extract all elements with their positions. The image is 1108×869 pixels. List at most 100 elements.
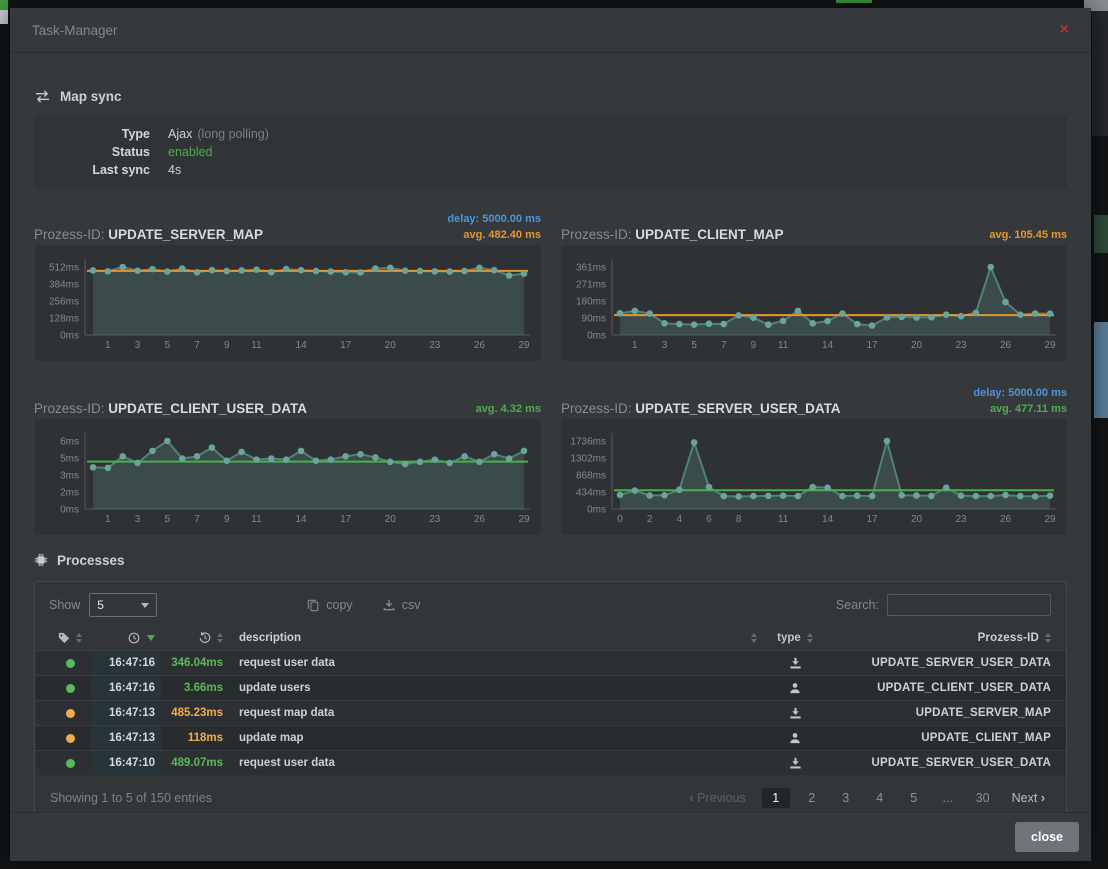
close-button[interactable]: close: [1015, 822, 1079, 852]
svg-text:361ms: 361ms: [576, 263, 606, 274]
info-value: 4s: [168, 163, 181, 177]
svg-text:7: 7: [194, 340, 200, 351]
svg-text:23: 23: [955, 340, 967, 351]
svg-text:1: 1: [105, 514, 111, 525]
column-type-label: type: [777, 632, 801, 644]
background-fragment: [1094, 322, 1108, 418]
chart-avg-label: avg. 482.40 ms: [463, 227, 541, 243]
column-prozess-id-label: Prozess-ID: [978, 632, 1039, 644]
modal-header: Task-Manager ×: [10, 8, 1091, 53]
exchange-icon: [34, 90, 51, 103]
process-time: 16:47:10: [91, 751, 161, 775]
svg-text:128ms: 128ms: [49, 314, 79, 325]
status-dot-icon: [66, 659, 75, 668]
svg-text:2ms: 2ms: [60, 488, 79, 499]
copy-button[interactable]: copy: [307, 598, 352, 612]
process-row: 16:47:13485.23msrequest map dataUPDATE_S…: [35, 700, 1066, 725]
background-fragment: [836, 0, 872, 3]
page-size-select[interactable]: 5: [89, 593, 157, 617]
column-duration[interactable]: [161, 632, 229, 644]
svg-text:14: 14: [822, 340, 834, 351]
svg-text:3: 3: [135, 514, 141, 525]
svg-text:384ms: 384ms: [49, 280, 79, 291]
modal-footer: close: [10, 812, 1091, 861]
chart-delay-label: delay: 5000.00 ms: [447, 211, 541, 227]
svg-text:20: 20: [385, 514, 397, 525]
column-type[interactable]: type: [757, 632, 833, 644]
svg-text:11: 11: [251, 340, 262, 351]
svg-text:3: 3: [662, 340, 668, 351]
chart-svg[interactable]: 0ms90ms180ms271ms361ms135791114172023262…: [568, 251, 1060, 355]
sort-icon: [1045, 633, 1051, 643]
column-prozess-id[interactable]: Prozess-ID: [833, 632, 1051, 644]
status-dot-icon: [66, 709, 75, 718]
pagination-page-3[interactable]: 3: [834, 788, 858, 808]
pagination-page-1[interactable]: 1: [762, 788, 790, 808]
sort-icon: [807, 633, 813, 643]
task-manager-modal: Task-Manager × Map sync TypeAjax(long po…: [10, 8, 1091, 861]
sort-descending-icon: [147, 635, 155, 641]
info-value: Ajax: [168, 127, 192, 141]
info-label: Type: [50, 127, 150, 141]
pagination-page-4[interactable]: 4: [868, 788, 892, 808]
pagination-page-2[interactable]: 2: [800, 788, 824, 808]
pagination-page-30[interactable]: 30: [970, 788, 996, 808]
svg-text:9: 9: [224, 514, 230, 525]
pagination-next[interactable]: Next ›: [1006, 788, 1051, 808]
close-icon[interactable]: ×: [1060, 22, 1069, 38]
column-status[interactable]: [49, 632, 91, 644]
copy-button-label: copy: [326, 598, 352, 612]
process-chart-update-client-map: Prozess-ID: UPDATE_CLIENT_MAPavg. 105.45…: [561, 209, 1067, 361]
chart-annotations: avg. 105.45 ms: [989, 227, 1067, 243]
sort-icon: [217, 633, 223, 643]
svg-text:11: 11: [251, 514, 262, 525]
status-dot-icon: [66, 734, 75, 743]
status-dot-icon: [66, 759, 75, 768]
svg-text:0: 0: [617, 514, 623, 525]
page-backdrop: Task-Manager × Map sync TypeAjax(long po…: [0, 0, 1108, 869]
table-controls: Show 5 copy csv Search:: [35, 592, 1066, 618]
svg-text:3: 3: [135, 340, 141, 351]
svg-text:17: 17: [340, 340, 352, 351]
svg-text:11: 11: [778, 340, 789, 351]
column-time[interactable]: [91, 632, 161, 644]
process-time: 16:47:16: [91, 651, 161, 675]
column-description[interactable]: description: [229, 632, 757, 644]
pagination-previous[interactable]: ‹ Previous: [683, 788, 751, 808]
pagination-page-5[interactable]: 5: [902, 788, 926, 808]
svg-text:14: 14: [822, 514, 834, 525]
chart-svg[interactable]: 0ms434ms868ms1302ms1736ms024681114172023…: [568, 425, 1060, 529]
show-label: Show: [49, 598, 80, 612]
process-description: update users: [229, 676, 757, 700]
svg-text:20: 20: [911, 340, 923, 351]
entries-info: Showing 1 to 5 of 150 entries: [50, 791, 212, 805]
svg-text:23: 23: [429, 514, 441, 525]
process-duration: 118ms: [161, 726, 229, 750]
status-dot-icon: [66, 684, 75, 693]
tag-icon: [58, 632, 70, 644]
csv-button-label: csv: [402, 598, 421, 612]
process-id: UPDATE_SERVER_USER_DATA: [833, 751, 1051, 775]
chart-avg-label: avg. 105.45 ms: [989, 227, 1067, 243]
csv-button[interactable]: csv: [383, 598, 421, 612]
chevron-down-icon: [141, 603, 149, 608]
process-time: 16:47:13: [91, 726, 161, 750]
svg-text:1: 1: [632, 340, 638, 351]
chart-panel: 0ms128ms256ms384ms512ms13579111417202326…: [34, 245, 541, 361]
chart-svg[interactable]: 0ms128ms256ms384ms512ms13579111417202326…: [41, 251, 534, 355]
chart-title: Prozess-ID: UPDATE_CLIENT_USER_DATA: [34, 401, 307, 417]
svg-text:11: 11: [778, 514, 789, 525]
svg-text:14: 14: [296, 514, 308, 525]
svg-text:8: 8: [736, 514, 742, 525]
table-body: 16:47:16346.04msrequest user dataUPDATE_…: [35, 650, 1066, 775]
chart-avg-label: avg. 4.32 ms: [476, 401, 541, 417]
search-input[interactable]: [887, 594, 1051, 616]
svg-text:1736ms: 1736ms: [570, 437, 606, 448]
svg-text:7: 7: [194, 514, 200, 525]
process-row: 16:47:13118msupdate mapUPDATE_CLIENT_MAP: [35, 725, 1066, 750]
chart-svg[interactable]: 0ms2ms3ms5ms6ms1357911141720232629: [41, 425, 534, 529]
info-label: Last sync: [50, 163, 150, 177]
svg-text:20: 20: [911, 514, 923, 525]
chart-avg-label: avg. 477.11 ms: [990, 401, 1067, 417]
process-description: request user data: [229, 751, 757, 775]
